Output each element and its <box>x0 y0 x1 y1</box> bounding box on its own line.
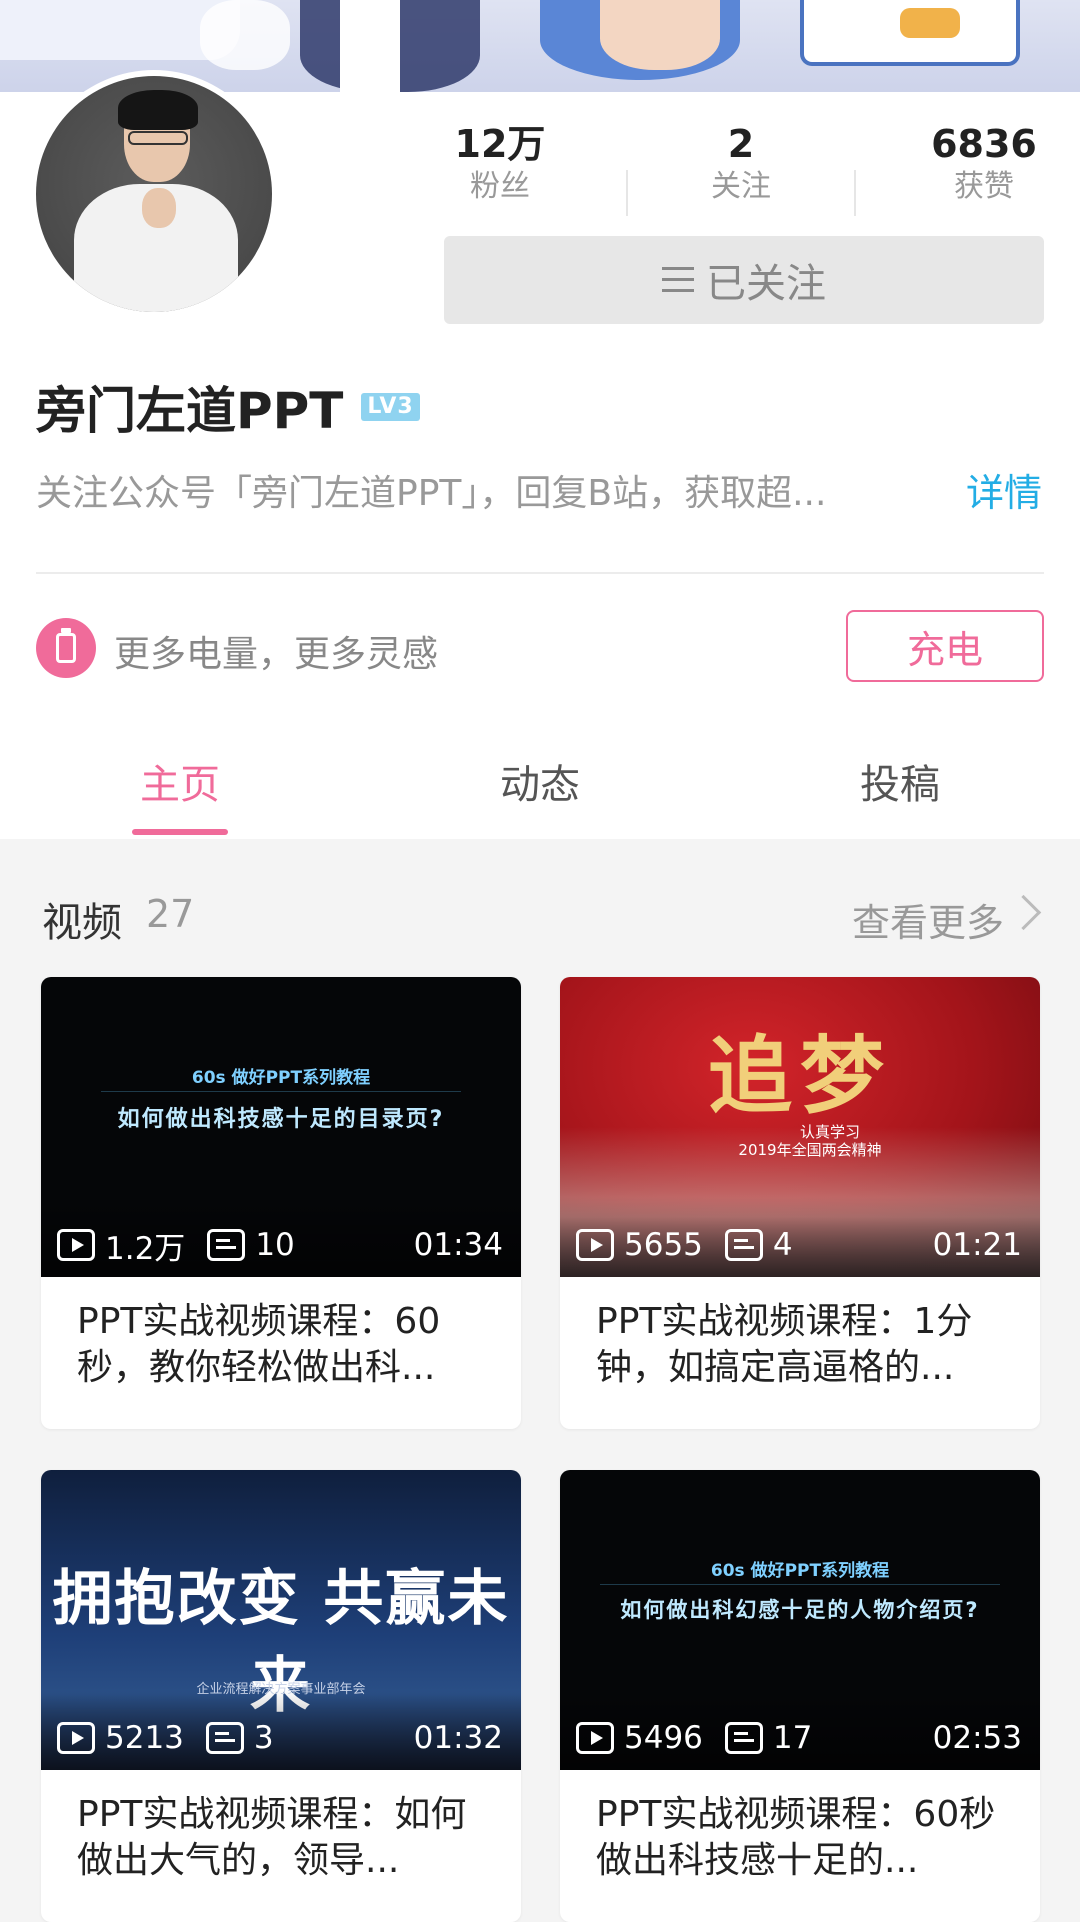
followed-button-label: 已关注 <box>706 261 826 307</box>
video-duration: 02:53 <box>932 1720 1022 1756</box>
play-count: 5655 <box>624 1227 703 1263</box>
profile-tabs: 主页 动态 投稿 <box>0 742 1080 839</box>
stats-bar: 12万 粉丝 2 关注 6836 获赞 <box>0 122 1080 216</box>
video-title[interactable]: PPT实战视频课程：60秒，教你轻松做出科... <box>77 1299 497 1391</box>
video-title[interactable]: PPT实战视频课程：如何做出大气的，领导... <box>77 1792 497 1884</box>
video-thumbnail[interactable]: 60s 做好PPT系列教程 如何做出科幻感十足的人物介绍页? 5496 17 0… <box>560 1470 1040 1770</box>
video-duration: 01:32 <box>413 1720 503 1756</box>
video-meta: 5213 3 01:32 <box>57 1718 503 1758</box>
stat-likes[interactable]: 6836 获赞 <box>904 122 1064 206</box>
play-count-icon <box>57 1722 95 1754</box>
charge-promo-text: 更多电量，更多灵感 <box>114 634 439 675</box>
danmaku-icon <box>205 1722 244 1754</box>
stat-value: 12万 <box>454 122 546 166</box>
video-count: 27 <box>146 892 195 936</box>
thumbnail-text: 追梦 <box>707 1026 892 1125</box>
video-card[interactable]: 追梦 认真学习 2019年全国两会精神 5655 4 01:21 PPT实战视频… <box>560 977 1040 1429</box>
stat-label: 关注 <box>711 169 771 204</box>
play-count-icon <box>57 1229 95 1261</box>
divider <box>854 170 856 216</box>
battery-charge-icon <box>36 618 96 678</box>
stat-label: 粉丝 <box>470 169 530 204</box>
danmaku-count: 10 <box>255 1227 295 1263</box>
divider <box>36 572 1044 574</box>
active-tab-indicator <box>132 829 228 835</box>
view-more-link[interactable]: 查看更多 <box>852 892 1004 947</box>
thumbnail-text: 如何做出科幻感十足的人物介绍页? <box>620 1598 980 1622</box>
charge-button[interactable]: 充电 <box>846 610 1044 682</box>
danmaku-icon <box>724 1722 763 1754</box>
videos-section-header: 视频 27 查看更多 <box>42 890 1042 950</box>
danmaku-count: 4 <box>772 1227 793 1263</box>
profile-description: 关注公众号「旁门左道PPT」，回复B站，获取超... <box>36 473 827 514</box>
danmaku-icon <box>207 1229 246 1261</box>
stat-value: 2 <box>727 122 755 166</box>
divider <box>626 170 628 216</box>
tab-uploads[interactable]: 投稿 <box>800 752 1000 810</box>
detail-link[interactable]: 详情 <box>966 462 1042 517</box>
video-meta: 5496 17 02:53 <box>576 1718 1022 1758</box>
video-thumbnail[interactable]: 追梦 认真学习 2019年全国两会精神 5655 4 01:21 <box>560 977 1040 1277</box>
video-title[interactable]: PPT实战视频课程：60秒做出科技感十足的... <box>596 1792 1016 1884</box>
tab-dynamics[interactable]: 动态 <box>440 752 640 810</box>
chevron-right-icon[interactable] <box>1005 894 1042 931</box>
username: 旁门左道PPT <box>36 382 344 440</box>
danmaku-count: 3 <box>253 1720 274 1756</box>
danmaku-count: 17 <box>772 1720 813 1756</box>
play-count: 1.2万 <box>105 1230 186 1267</box>
video-card[interactable]: 拥抱改变 共赢未来 企业流程解决方案事业部年会 5213 3 01:32 PPT… <box>41 1470 521 1922</box>
danmaku-icon <box>724 1229 763 1261</box>
stat-fans[interactable]: 12万 粉丝 <box>420 122 580 206</box>
play-count: 5496 <box>624 1720 703 1756</box>
thumbnail-text: 如何做出科技感十足的目录页? <box>117 1107 445 1132</box>
stat-value: 6836 <box>931 122 1037 166</box>
followed-button[interactable]: 已关注 <box>444 236 1044 324</box>
video-card[interactable]: 60s 做好PPT系列教程 如何做出科技感十足的目录页? 1.2万 10 01:… <box>41 977 521 1429</box>
stat-label: 获赞 <box>954 169 1014 204</box>
tab-home[interactable]: 主页 <box>80 752 280 810</box>
video-thumbnail[interactable]: 拥抱改变 共赢未来 企业流程解决方案事业部年会 5213 3 01:32 <box>41 1470 521 1770</box>
menu-icon <box>662 267 694 293</box>
name-row: 旁门左道PPT LV3 <box>36 374 420 440</box>
profile-header: 12万 粉丝 2 关注 6836 获赞 已关注 旁门左道PPT LV3 关注公众… <box>0 70 1080 839</box>
play-count: 5213 <box>105 1720 184 1756</box>
video-card[interactable]: 60s 做好PPT系列教程 如何做出科幻感十足的人物介绍页? 5496 17 0… <box>560 1470 1040 1922</box>
thumbnail-text: 60s 做好PPT系列教程 <box>191 1068 371 1088</box>
video-meta: 1.2万 10 01:34 <box>57 1225 503 1267</box>
video-title[interactable]: PPT实战视频课程：1分钟，如搞定高逼格的... <box>596 1299 1016 1391</box>
level-badge: LV3 <box>361 393 420 421</box>
play-count-icon <box>576 1229 614 1261</box>
thumbnail-text: 60s 做好PPT系列教程 <box>710 1561 890 1581</box>
video-thumbnail[interactable]: 60s 做好PPT系列教程 如何做出科技感十足的目录页? 1.2万 10 01:… <box>41 977 521 1277</box>
video-meta: 5655 4 01:21 <box>576 1225 1022 1265</box>
video-duration: 01:34 <box>413 1227 503 1263</box>
thumbnail-text: 2019年全国两会精神 <box>738 1141 882 1159</box>
stat-following[interactable]: 2 关注 <box>661 122 821 206</box>
section-title: 视频 <box>42 900 122 946</box>
video-duration: 01:21 <box>932 1227 1022 1263</box>
play-count-icon <box>576 1722 614 1754</box>
